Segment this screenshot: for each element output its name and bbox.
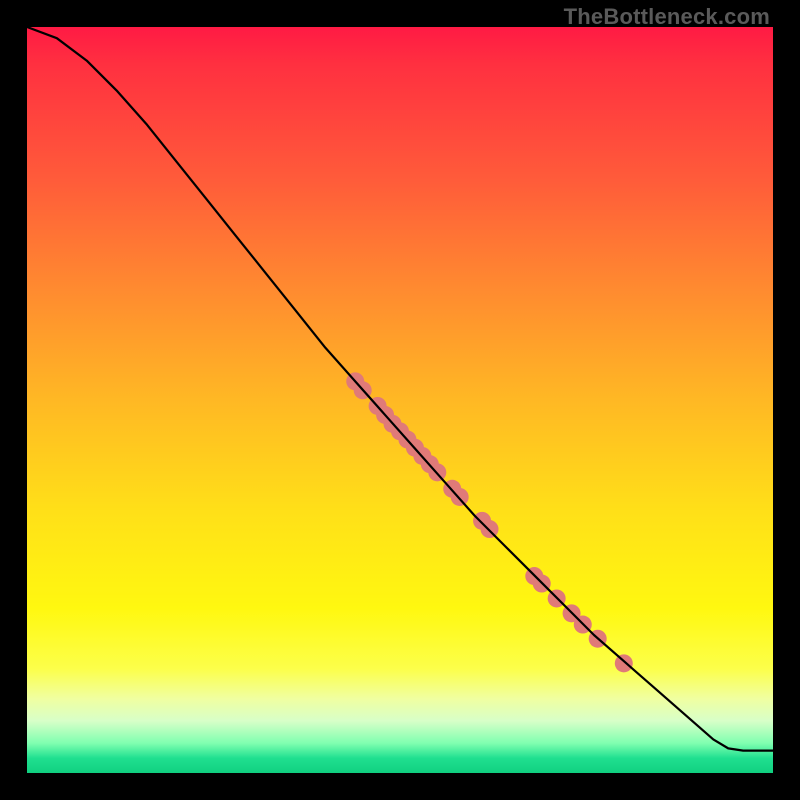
scatter-points-group — [346, 372, 633, 672]
watermark-text: TheBottleneck.com — [564, 4, 770, 30]
curve-line — [27, 27, 773, 751]
chart-overlay-svg — [27, 27, 773, 773]
